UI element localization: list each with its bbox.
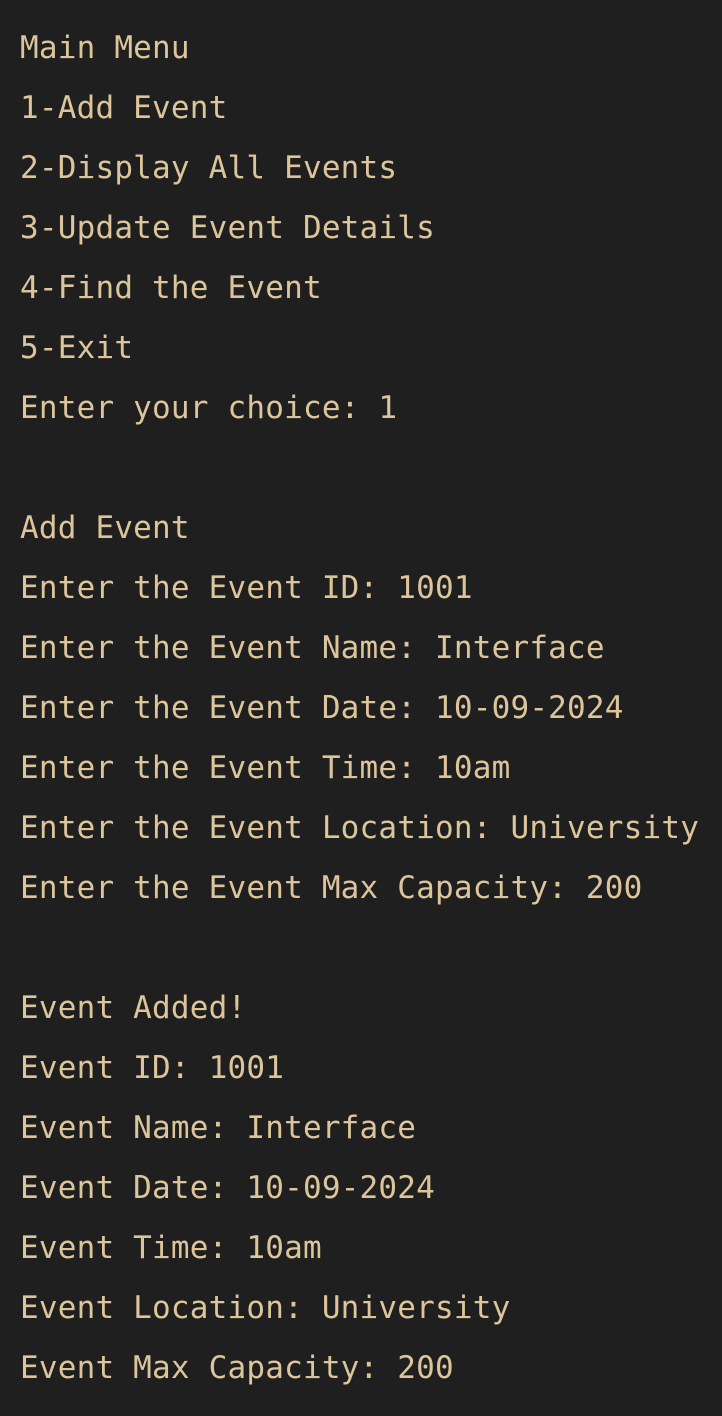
detail-event-id: Event ID: 1001 xyxy=(20,1050,285,1086)
prompt-event-name: Enter the Event Name: Interface xyxy=(20,630,605,666)
add-event-title: Add Event xyxy=(20,510,190,546)
terminal-output: Main Menu 1-Add Event 2-Display All Even… xyxy=(0,0,722,1416)
detail-event-max-capacity: Event Max Capacity: 200 xyxy=(20,1350,454,1386)
detail-event-name: Event Name: Interface xyxy=(20,1110,417,1146)
detail-event-location: Event Location: University xyxy=(20,1290,511,1326)
prompt-event-location: Enter the Event Location: University xyxy=(20,810,700,846)
prompt-event-id: Enter the Event ID: 1001 xyxy=(20,570,473,606)
choice-prompt: Enter your choice: 1 xyxy=(20,390,398,426)
menu-item-add-event: 1-Add Event xyxy=(20,90,228,126)
prompt-event-time: Enter the Event Time: 10am xyxy=(20,750,511,786)
detail-event-time: Event Time: 10am xyxy=(20,1230,322,1266)
menu-item-find-event: 4-Find the Event xyxy=(20,270,322,306)
prompt-event-max-capacity: Enter the Event Max Capacity: 200 xyxy=(20,870,643,906)
event-added-message: Event Added! xyxy=(20,990,247,1026)
menu-item-exit: 5-Exit xyxy=(20,330,134,366)
detail-event-date: Event Date: 10-09-2024 xyxy=(20,1170,435,1206)
menu-item-update-event-details: 3-Update Event Details xyxy=(20,210,435,246)
prompt-event-date: Enter the Event Date: 10-09-2024 xyxy=(20,690,624,726)
menu-item-display-all-events: 2-Display All Events xyxy=(20,150,398,186)
menu-title: Main Menu xyxy=(20,30,190,66)
